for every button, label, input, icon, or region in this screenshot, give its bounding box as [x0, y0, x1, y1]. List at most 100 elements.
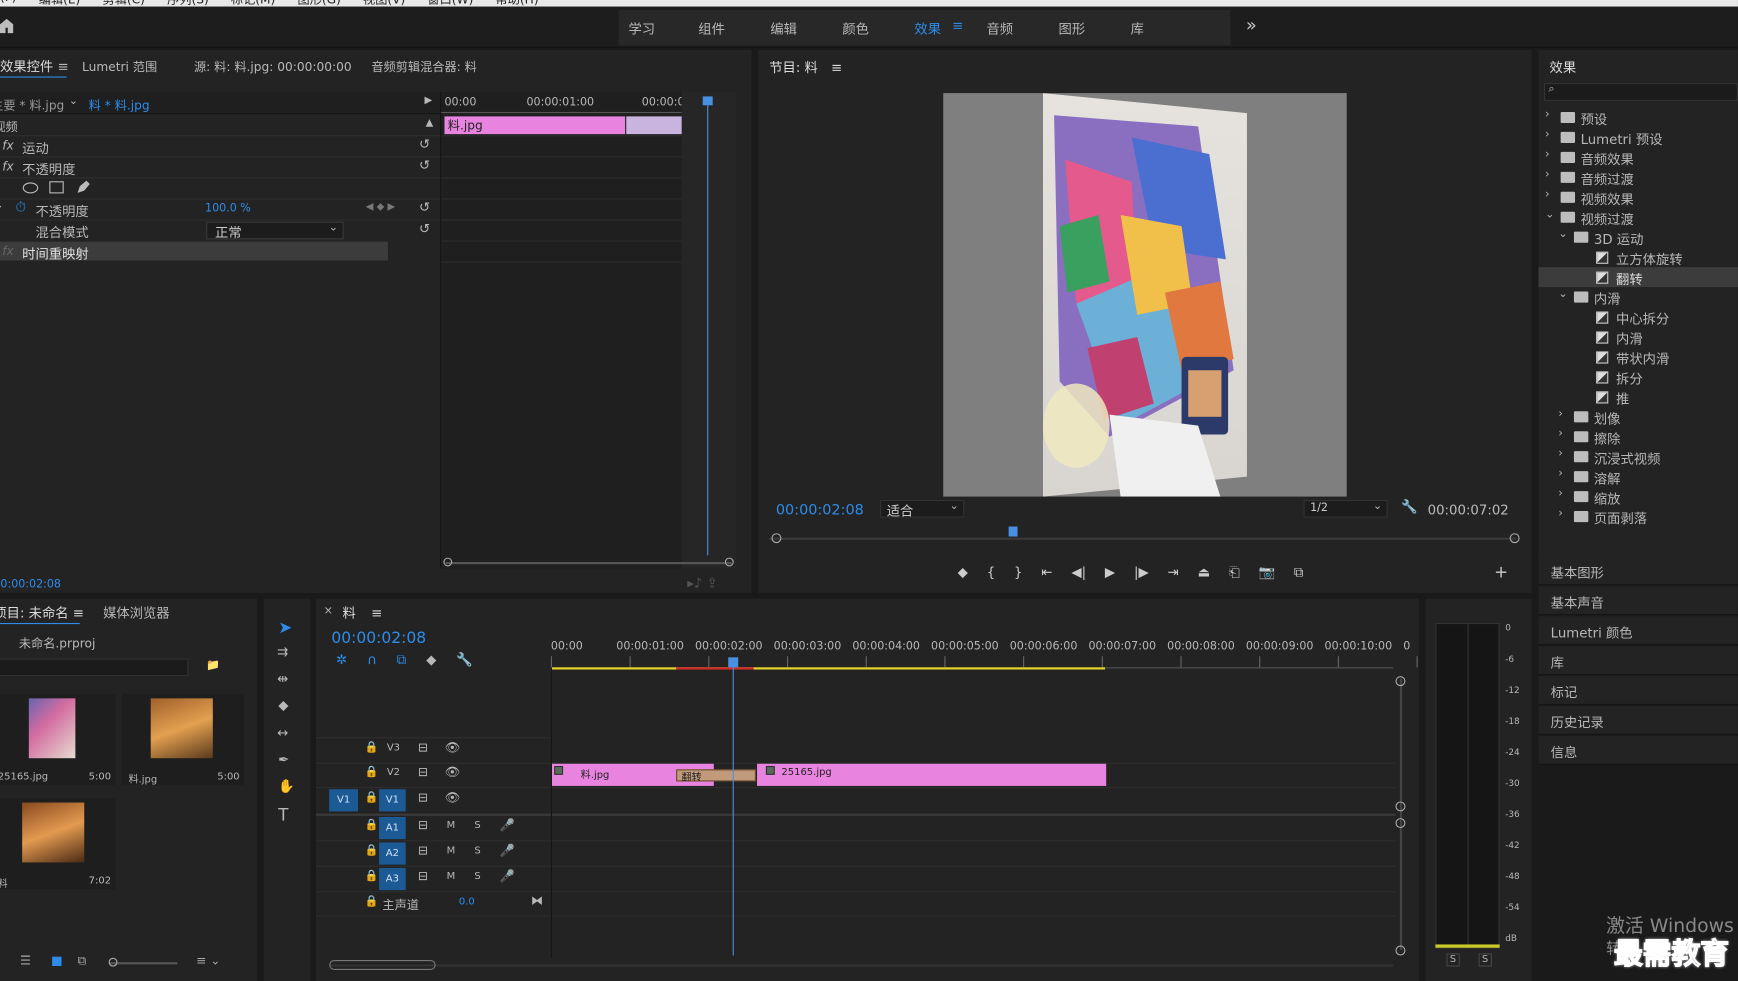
lift-icon[interactable]: ⏏ — [1198, 564, 1211, 584]
play-only-icon[interactable]: ▶ — [425, 95, 433, 106]
freeform-view-icon[interactable]: ⧉ — [78, 953, 87, 969]
ellipse-mask-icon[interactable] — [22, 182, 39, 194]
hand-tool-icon[interactable]: ✋ — [278, 778, 295, 794]
track-v2[interactable]: 🔒 V2 ⊟ 👁 — [316, 764, 551, 786]
effects-tree-item[interactable]: 内滑 — [1538, 327, 1738, 347]
track-a1[interactable]: 🔒 A1 ⊟ M S 🎤 — [316, 816, 551, 840]
mute-button[interactable]: M — [447, 820, 456, 831]
effects-tree-item[interactable]: › 视频效果 — [1538, 187, 1738, 207]
snap-icon[interactable]: ∩ — [367, 652, 377, 669]
add-marker-icon[interactable]: ◆ — [426, 652, 436, 669]
tab-color[interactable]: 颜色 — [842, 19, 869, 38]
tab-editing[interactable]: 编辑 — [770, 19, 797, 38]
new-bin-icon[interactable]: 📁 — [206, 660, 220, 672]
effect-controls-timecode[interactable]: 00:00:02:08 — [0, 579, 61, 591]
program-title[interactable]: 节目: 料 ≡ — [769, 58, 842, 77]
go-to-icon[interactable]: ⧓ — [531, 893, 543, 907]
chevron-right-icon[interactable]: › — [1558, 408, 1562, 420]
target-v1[interactable]: V1 — [379, 789, 406, 812]
eye-icon[interactable]: 👁 — [444, 765, 459, 779]
lock-icon[interactable]: 🔒 — [365, 819, 379, 831]
effects-tree-item[interactable]: › 音频效果 — [1538, 147, 1738, 168]
pen-tool-icon[interactable]: ✒ — [278, 752, 289, 768]
eye-icon[interactable]: 👁 — [444, 790, 459, 804]
effects-tree-item[interactable]: › 预设 — [1538, 108, 1738, 128]
fx-icon[interactable]: fx — [2, 139, 14, 153]
reset-icon[interactable]: ↺ — [419, 157, 430, 173]
horizontal-scrollbar[interactable] — [329, 964, 1394, 967]
lock-icon[interactable]: 🔒 — [365, 845, 379, 857]
mark-out-icon[interactable]: } — [1014, 564, 1022, 584]
effects-tree-item[interactable]: 立方体旋转 — [1538, 247, 1738, 267]
expand-icon[interactable]: › — [0, 202, 2, 213]
project-item[interactable]: 料.jpg 5:00 — [121, 693, 244, 786]
chevron-down-icon[interactable]: ⌄ — [1545, 208, 1554, 220]
effects-tree-item[interactable]: ⌄ 3D 运动 — [1538, 227, 1738, 247]
toggle-sync-icon[interactable]: ⊟ — [418, 765, 428, 779]
timeline-playhead[interactable] — [732, 662, 734, 956]
menu-item[interactable]: 序列(S) — [167, 0, 209, 7]
razor-tool-icon[interactable]: ◆ — [278, 697, 288, 713]
lock-icon[interactable]: 🔒 — [365, 766, 379, 778]
playhead[interactable] — [1008, 526, 1018, 537]
chevron-down-icon[interactable]: ⌄ — [1558, 288, 1567, 300]
master-clip-label[interactable]: 主要 * 料.jpg — [0, 96, 64, 114]
solo-button[interactable]: S — [474, 846, 480, 857]
mark-in-icon[interactable]: { — [987, 564, 995, 584]
go-to-out-icon[interactable]: ⇥ — [1168, 564, 1179, 584]
toggle-sync-icon[interactable]: ⊟ — [418, 740, 428, 754]
effects-tree-item[interactable]: › 缩放 — [1538, 487, 1738, 507]
lock-icon[interactable]: 🔒 — [365, 870, 379, 882]
vertical-scrollbar[interactable] — [1399, 678, 1403, 950]
chevron-right-icon[interactable]: › — [1558, 428, 1562, 440]
mini-ruler[interactable] — [769, 526, 1520, 549]
lock-icon[interactable]: 🔒 — [365, 791, 379, 803]
panel-tab[interactable]: 基本声音 — [1538, 586, 1738, 616]
type-tool-icon[interactable]: T — [278, 805, 288, 825]
motion-effect[interactable]: 运动 — [22, 139, 49, 158]
filter-icon[interactable]: ▸♪ ⇪ — [687, 575, 718, 591]
chevron-right-icon[interactable]: › — [1558, 508, 1562, 520]
panel-tab[interactable]: 标记 — [1538, 676, 1738, 706]
track-a3[interactable]: 🔒 A3 ⊟ M S 🎤 — [316, 867, 551, 891]
zoom-scrollbar[interactable] — [445, 562, 732, 565]
timeline-ruler[interactable]: 00:00 00:00:01:00 00:00:02:00 00:00:03:00 00… — [550, 641, 1418, 670]
work-area-bar[interactable] — [550, 667, 1106, 670]
effects-tree-item[interactable]: ⌄ 视频过渡 — [1538, 207, 1738, 227]
effects-tree-item[interactable]: › 页面剥落 — [1538, 507, 1738, 527]
tab-assembly[interactable]: 组件 — [698, 19, 725, 38]
track-select-tool-icon[interactable]: ⇉ — [277, 644, 288, 660]
effects-search-input[interactable]: ⌕ — [1544, 83, 1738, 101]
menu-item[interactable]: 窗口(W) — [427, 0, 473, 7]
menu-item[interactable]: 图形(G) — [297, 0, 340, 7]
overflow-button[interactable]: » — [1246, 14, 1257, 35]
eye-icon[interactable]: 👁 — [444, 740, 459, 754]
panel-tab[interactable]: 基本图形 — [1538, 556, 1738, 586]
collapse-icon[interactable]: ▲ — [426, 118, 434, 129]
effects-tree-item[interactable]: ⌄ 内滑 — [1538, 287, 1738, 307]
source-patch-v1[interactable]: V1 — [329, 789, 359, 812]
chevron-right-icon[interactable]: › — [1545, 149, 1549, 161]
step-forward-icon[interactable]: |▶ — [1134, 564, 1149, 584]
tab-media-browser[interactable]: 媒体浏览器 — [103, 603, 170, 622]
tab-effects[interactable]: 效果 — [914, 19, 941, 38]
solo-right[interactable]: S — [1478, 953, 1492, 967]
fit-select[interactable]: 适合 ⌄ — [880, 499, 965, 519]
tab-audio-mixer[interactable]: 音频剪辑混合器: 料 — [371, 58, 477, 76]
home-icon[interactable] — [0, 18, 14, 34]
track-v1[interactable]: V1 🔒 V1 ⊟ 👁 — [316, 789, 551, 812]
chevron-right-icon[interactable]: › — [1558, 488, 1562, 500]
clip-v2-2[interactable]: 25165.jpg — [757, 763, 1107, 786]
solo-button[interactable]: S — [474, 820, 480, 831]
solo-button[interactable]: S — [474, 871, 480, 882]
project-item[interactable]: 料 7:02 — [0, 798, 116, 890]
sequence-clip-label[interactable]: 料 * 料.jpg — [89, 96, 150, 114]
slip-tool-icon[interactable]: ↔ — [277, 725, 288, 741]
effects-tree-item[interactable]: › 划像 — [1538, 407, 1738, 427]
panel-tab[interactable]: 库 — [1538, 646, 1738, 676]
chevron-down-icon[interactable]: ⌄ — [69, 95, 78, 107]
chevron-down-icon[interactable]: ⌄ — [1558, 228, 1567, 240]
reset-icon[interactable]: ↺ — [419, 136, 430, 152]
playhead-handle[interactable] — [728, 657, 739, 668]
compare-icon[interactable]: ⧉ — [1294, 564, 1304, 584]
